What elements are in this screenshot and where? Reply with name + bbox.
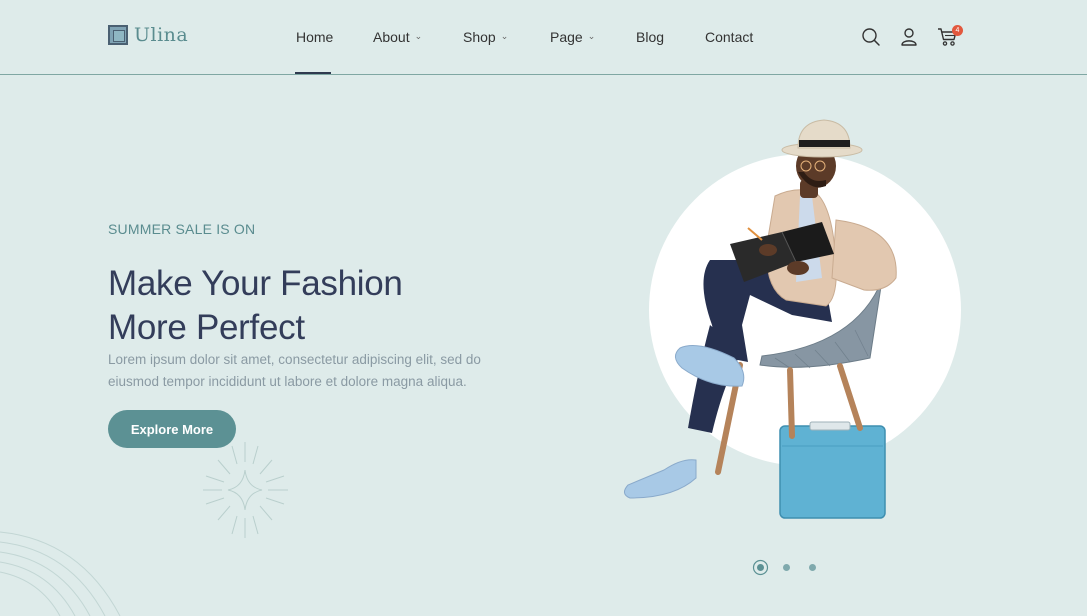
- hero-title: Make Your Fashion More Perfect: [108, 262, 528, 350]
- hero-eyebrow: SUMMER SALE IS ON: [108, 221, 256, 237]
- slider-dot-1[interactable]: [752, 559, 769, 576]
- nav-item-blog[interactable]: Blog: [636, 29, 664, 45]
- slider-dot-2[interactable]: [782, 563, 791, 572]
- search-button[interactable]: [861, 27, 883, 49]
- sparkle-decoration-icon: [203, 442, 288, 538]
- site-header: Ulina Home About ⌄ Shop ⌄ Page ⌄ Blog Co…: [0, 0, 1087, 75]
- nav-item-page[interactable]: Page ⌄: [550, 29, 595, 45]
- brand-name: Ulina: [134, 24, 189, 46]
- hero-title-line-1: Make Your Fashion: [108, 264, 403, 303]
- nav-item-label: About: [373, 29, 410, 45]
- nav-item-label: Contact: [705, 29, 754, 45]
- active-nav-indicator: [295, 72, 331, 74]
- chevron-down-icon: ⌄: [414, 30, 423, 41]
- nav-item-label: Shop: [463, 29, 496, 45]
- hero-model-image: [624, 119, 961, 519]
- hero-description: Lorem ipsum dolor sit amet, consectetur …: [108, 352, 481, 389]
- chevron-down-icon: ⌄: [500, 30, 509, 41]
- search-icon: [862, 28, 880, 46]
- brand-logo[interactable]: Ulina: [108, 24, 188, 46]
- logo-icon: [108, 25, 128, 45]
- nav-item-shop[interactable]: Shop ⌄: [463, 29, 508, 45]
- arc-decoration-icon: [0, 531, 121, 616]
- cart-count-badge: 4: [952, 25, 963, 36]
- hero-title-line-2: More Perfect: [108, 308, 305, 347]
- nav-item-contact[interactable]: Contact: [705, 29, 753, 45]
- user-icon: [901, 28, 917, 46]
- account-button[interactable]: [899, 27, 921, 49]
- nav-item-label: Home: [296, 29, 334, 45]
- nav-item-label: Page: [550, 29, 583, 45]
- slider-dot-3[interactable]: [808, 563, 817, 572]
- nav-item-home[interactable]: Home: [296, 29, 333, 45]
- chevron-down-icon: ⌄: [587, 30, 596, 41]
- nav-item-about[interactable]: About ⌄: [373, 29, 422, 45]
- nav-item-label: Blog: [636, 29, 665, 45]
